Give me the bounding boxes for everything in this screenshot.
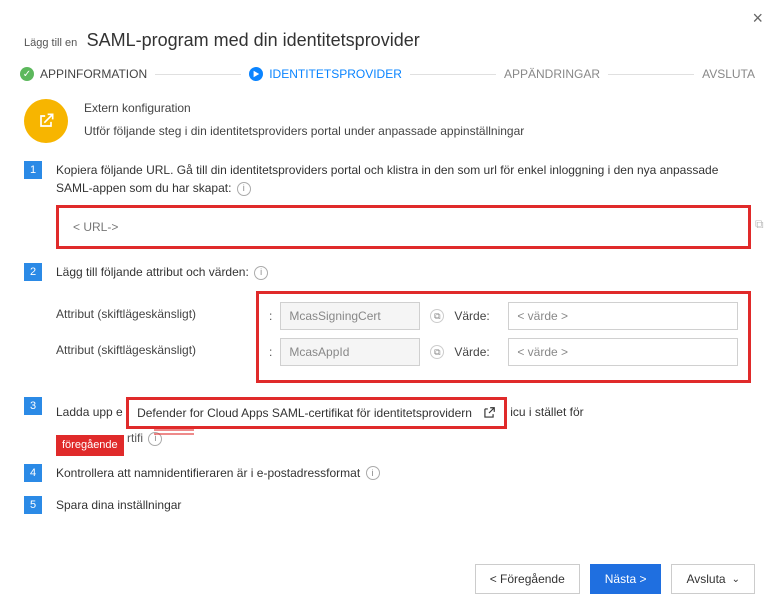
step-label: AVSLUTA [702, 67, 755, 81]
attribute-value-input-2[interactable] [508, 338, 738, 366]
instruction-step-5: 5 Spara dina inställningar [24, 496, 751, 514]
external-link-icon [482, 406, 496, 420]
url-highlight-box: < URL-> [56, 205, 751, 249]
attribute-name-input-2[interactable] [280, 338, 420, 366]
external-link-icon [24, 99, 68, 143]
step-text: Spara dina inställningar [56, 496, 751, 514]
info-icon[interactable]: i [148, 432, 162, 446]
dialog-header: Lägg till en SAML-program med din identi… [0, 0, 775, 61]
check-icon: ✓ [20, 67, 34, 81]
instruction-step-4: 4 Kontrollera att namnidentifieraren är … [24, 464, 751, 482]
divider [410, 74, 496, 75]
step-text: Lägg till följande attribut och värden: … [56, 263, 751, 281]
dialog-footer: < Föregående Nästa > Avsluta ⌄ [475, 564, 755, 594]
previous-button[interactable]: < Föregående [475, 564, 580, 594]
step-number: 4 [24, 464, 42, 482]
instruction-step-3: 3 Ladda upp e Defender for Cloud Apps SA… [24, 397, 751, 450]
play-icon [249, 67, 263, 81]
step-number: 1 [24, 161, 42, 179]
divider [608, 74, 694, 75]
finish-label: Avsluta [686, 572, 725, 586]
step-text: Kontrollera att namnidentifieraren är i … [56, 464, 751, 482]
info-icon[interactable]: i [237, 182, 251, 196]
step3-pre: Ladda upp e [56, 405, 123, 419]
ext-desc: Utför följande steg i din identitetsprov… [84, 122, 524, 141]
ext-title: Extern konfiguration [84, 99, 524, 118]
external-config-header: Extern konfiguration Utför följande steg… [24, 99, 751, 143]
instruction-step-2: 2 Lägg till följande attribut och värden… [24, 263, 751, 383]
colon: : [269, 309, 272, 323]
close-icon[interactable]: × [752, 8, 763, 29]
step-appinfo[interactable]: ✓ APPINFORMATION [20, 67, 147, 81]
step3-post: icu i stället för [510, 405, 583, 419]
header-pretext: Lägg till en [24, 37, 77, 49]
attributes-highlight-box: : ⧉ Värde: : ⧉ Värde: [256, 291, 751, 383]
copy-icon[interactable]: ⧉ [430, 345, 444, 359]
next-button[interactable]: Nästa > [590, 564, 662, 594]
certificate-link[interactable]: Defender for Cloud Apps SAML-certifikat … [137, 404, 472, 422]
stepper: ✓ APPINFORMATION IDENTITETSPROVIDER APPÄ… [20, 61, 755, 99]
step-number: 5 [24, 496, 42, 514]
value-label: Värde: [454, 309, 500, 323]
header-title: SAML-program med din identitetsprovider [87, 30, 420, 51]
step-text: Kopiera följande URL. Gå till din identi… [56, 161, 751, 197]
step4-text: Kontrollera att namnidentifieraren är i … [56, 466, 360, 480]
step-appchanges[interactable]: APPÄNDRINGAR [504, 67, 600, 81]
step-number: 2 [24, 263, 42, 281]
attribute-label-2: Attribut (skiftlägeskänsligt) [56, 343, 226, 357]
copy-icon[interactable]: ⧉ [755, 217, 773, 235]
attribute-value-input-1[interactable] [508, 302, 738, 330]
step-idp[interactable]: IDENTITETSPROVIDER [249, 67, 402, 81]
step-label: IDENTITETSPROVIDER [269, 67, 402, 81]
url-field[interactable]: < URL-> [65, 216, 742, 238]
copy-icon[interactable]: ⧉ [430, 309, 444, 323]
step3-tail: rtifi [127, 431, 143, 445]
previous-badge: föregående [56, 435, 124, 456]
certificate-highlight-box[interactable]: Defender for Cloud Apps SAML-certifikat … [126, 397, 507, 429]
step2-text: Lägg till följande attribut och värden: [56, 265, 249, 279]
step-finish[interactable]: AVSLUTA [702, 67, 755, 81]
colon: : [269, 345, 272, 359]
step1-text: Kopiera följande URL. Gå till din identi… [56, 163, 718, 195]
divider [155, 74, 241, 75]
chevron-down-icon: ⌄ [732, 574, 740, 585]
step-text: Ladda upp e Defender for Cloud Apps SAML… [56, 397, 751, 450]
instruction-step-1: 1 Kopiera följande URL. Gå till din iden… [24, 161, 751, 249]
value-label: Värde: [454, 345, 500, 359]
attribute-label-1: Attribut (skiftlägeskänsligt) [56, 307, 226, 321]
attribute-row-2: : ⧉ Värde: [269, 338, 738, 366]
info-icon[interactable]: i [366, 466, 380, 480]
step-label: APPÄNDRINGAR [504, 67, 600, 81]
info-icon[interactable]: i [254, 266, 268, 280]
step-label: APPINFORMATION [40, 67, 147, 81]
attribute-row-1: : ⧉ Värde: [269, 302, 738, 330]
step-number: 3 [24, 397, 42, 415]
finish-dropdown-button[interactable]: Avsluta ⌄ [671, 564, 755, 594]
attribute-name-input-1[interactable] [280, 302, 420, 330]
